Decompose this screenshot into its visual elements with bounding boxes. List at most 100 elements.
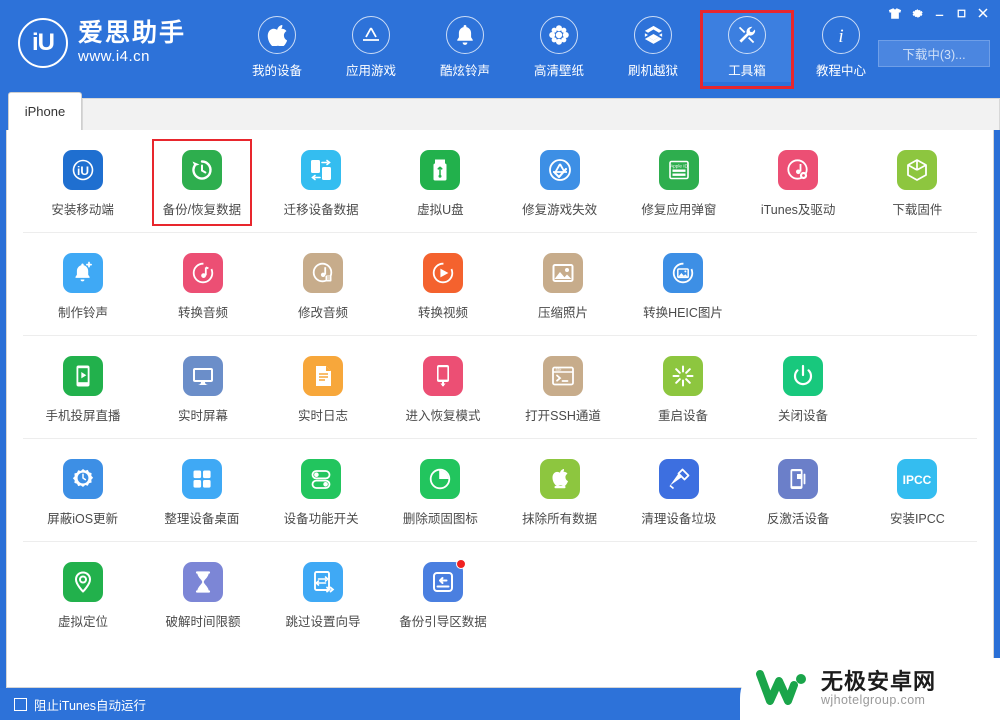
tool-label: 进入恢复模式 bbox=[405, 409, 481, 423]
tool-label: 修改音频 bbox=[297, 306, 348, 320]
nav-item-wallpapers[interactable]: 高清壁纸 bbox=[512, 10, 606, 82]
nav-item-label: 高清壁纸 bbox=[534, 64, 585, 78]
tool-label: 转换音频 bbox=[177, 306, 228, 320]
flower-icon bbox=[540, 16, 579, 54]
restart-icon bbox=[663, 356, 703, 396]
tool-convert-audio[interactable]: 转换音频 bbox=[143, 247, 263, 325]
nav-item-label: 刷机越狱 bbox=[628, 64, 679, 78]
i4-logo-icon: iU bbox=[18, 18, 68, 68]
deactivate-icon bbox=[778, 459, 819, 499]
tool-install-ipcc[interactable]: IPCC 安装IPCC bbox=[858, 453, 977, 531]
tool-erase-all-data[interactable]: 抹除所有数据 bbox=[500, 453, 619, 531]
tool-row: 制作铃声 转换音频 修改音频 转换视频 压缩照片 转换HEIC图片 bbox=[23, 233, 977, 336]
tool-row: 虚拟定位 破解时间限额 跳过设置向导 备份引导区数据 bbox=[23, 542, 977, 644]
tool-remove-stubborn-icons[interactable]: 删除顽固图标 bbox=[381, 453, 500, 531]
nav-item-toolbox[interactable]: 工具箱 bbox=[700, 10, 795, 89]
tool-row: iU 安装移动端 备份/恢复数据 迁移设备数据 虚拟U盘 修复游戏失效 Appl… bbox=[23, 130, 977, 233]
tool-clean-device-junk[interactable]: 清理设备垃圾 bbox=[619, 453, 738, 531]
maximize-icon[interactable] bbox=[950, 3, 972, 23]
download-status-button[interactable]: 下载中(3)... bbox=[878, 40, 990, 67]
tool-virtual-usb-drive[interactable]: 虚拟U盘 bbox=[381, 144, 500, 222]
tool-label: 破解时间限额 bbox=[165, 615, 241, 629]
tool-label: 删除顽固图标 bbox=[402, 512, 478, 526]
tool-deactivate-device[interactable]: 反激活设备 bbox=[739, 453, 858, 531]
tool-crack-time-limit[interactable]: 破解时间限额 bbox=[143, 556, 263, 634]
tool-download-firmware[interactable]: 下载固件 bbox=[858, 144, 977, 222]
tool-label: 实时日志 bbox=[297, 409, 348, 423]
tool-label: 修复应用弹窗 bbox=[641, 203, 717, 217]
status-bar: 阻止iTunes自动运行 意见反馈 bbox=[0, 688, 1000, 720]
info-icon: i bbox=[822, 16, 861, 54]
notification-badge bbox=[456, 559, 466, 569]
location-pin-icon bbox=[63, 562, 103, 602]
minimize-icon[interactable] bbox=[928, 3, 950, 23]
boot-backup-icon bbox=[423, 559, 466, 602]
tool-convert-heic[interactable]: 转换HEIC图片 bbox=[623, 247, 743, 325]
svg-text:iU: iU bbox=[77, 164, 89, 178]
tool-fix-game-failure[interactable]: 修复游戏失效 bbox=[500, 144, 619, 222]
close-icon[interactable] bbox=[972, 3, 994, 23]
ringtone-make-icon bbox=[63, 253, 103, 293]
hourglass-icon bbox=[183, 562, 223, 602]
tool-compress-photo[interactable]: 压缩照片 bbox=[503, 247, 623, 325]
desktop-tidy-icon bbox=[181, 459, 222, 499]
tool-screen-cast-live[interactable]: 手机投屏直播 bbox=[23, 350, 143, 428]
nav-item-my-device[interactable]: 我的设备 bbox=[230, 10, 324, 82]
nav-item-apps-games[interactable]: 应用游戏 bbox=[324, 10, 418, 82]
block-itunes-autorun-group[interactable]: 阻止iTunes自动运行 bbox=[14, 695, 146, 714]
tool-itunes-and-driver[interactable]: iTunes及驱动 bbox=[739, 144, 858, 222]
nav-item-label: 应用游戏 bbox=[346, 64, 397, 78]
skin-icon[interactable] bbox=[884, 3, 906, 23]
block-itunes-checkbox[interactable] bbox=[14, 697, 27, 711]
nav-item-ringtones[interactable]: 酷炫铃声 bbox=[418, 10, 512, 82]
tool-realtime-screen[interactable]: 实时屏幕 bbox=[143, 350, 263, 428]
tool-backup-boot-partition[interactable]: 备份引导区数据 bbox=[383, 556, 503, 634]
tool-label: 抹除所有数据 bbox=[522, 512, 598, 526]
heic-convert-icon bbox=[663, 253, 703, 293]
nav-item-label: 教程中心 bbox=[816, 64, 867, 78]
tool-device-feature-toggles[interactable]: 设备功能开关 bbox=[262, 453, 381, 531]
usb-drive-icon bbox=[420, 150, 461, 190]
tool-label: 重启设备 bbox=[657, 409, 708, 423]
tool-row: 手机投屏直播 实时屏幕 实时日志 进入恢复模式 SSH 打开SSH通道 重启设备… bbox=[23, 336, 977, 439]
tool-label: 设备功能开关 bbox=[283, 512, 359, 526]
tool-skip-setup-wizard[interactable]: 跳过设置向导 bbox=[263, 556, 383, 634]
tool-make-ringtone[interactable]: 制作铃声 bbox=[23, 247, 143, 325]
log-doc-icon bbox=[303, 356, 343, 396]
svg-text:IPCC: IPCC bbox=[903, 473, 932, 487]
tool-realtime-log[interactable]: 实时日志 bbox=[263, 350, 383, 428]
tool-install-mobile-client[interactable]: iU 安装移动端 bbox=[23, 144, 142, 222]
tool-label: 虚拟U盘 bbox=[417, 203, 464, 217]
tool-label: 安装IPCC bbox=[889, 512, 945, 526]
block-update-icon bbox=[62, 459, 103, 499]
window-controls bbox=[884, 3, 994, 23]
tool-tidy-device-desktop[interactable]: 整理设备桌面 bbox=[142, 453, 261, 531]
tool-migrate-device-data[interactable]: 迁移设备数据 bbox=[262, 144, 381, 222]
tool-enter-recovery-mode[interactable]: 进入恢复模式 bbox=[383, 350, 503, 428]
gear-icon[interactable] bbox=[906, 3, 928, 23]
tool-label: 备份/恢复数据 bbox=[162, 203, 242, 217]
main-nav: 我的设备 应用游戏 酷炫铃声 高清壁纸 刷机越狱 工具箱 i 教程中心 bbox=[230, 10, 888, 89]
tool-label: 手机投屏直播 bbox=[45, 409, 121, 423]
feedback-button[interactable]: 意见反馈 bbox=[783, 694, 852, 715]
video-convert-icon bbox=[423, 253, 463, 293]
tool-open-ssh-channel[interactable]: SSH 打开SSH通道 bbox=[503, 350, 623, 428]
tab-iphone[interactable]: iPhone bbox=[8, 92, 82, 130]
tool-virtual-location[interactable]: 虚拟定位 bbox=[23, 556, 143, 634]
tool-convert-video[interactable]: 转换视频 bbox=[383, 247, 503, 325]
tool-label: 下载固件 bbox=[892, 203, 943, 217]
tool-label: 清理设备垃圾 bbox=[641, 512, 717, 526]
nav-item-flash-jailbreak[interactable]: 刷机越狱 bbox=[606, 10, 700, 82]
nav-item-tutorial-center[interactable]: i 教程中心 bbox=[794, 10, 888, 82]
tool-restart-device[interactable]: 重启设备 bbox=[623, 350, 743, 428]
tool-backup-restore-data[interactable]: 备份/恢复数据 bbox=[142, 139, 261, 226]
tool-block-ios-update[interactable]: 屏蔽iOS更新 bbox=[23, 453, 142, 531]
tool-label: 安装移动端 bbox=[51, 203, 114, 217]
apple-id-icon: Apple ID bbox=[658, 150, 699, 190]
firmware-box-icon bbox=[897, 150, 938, 190]
power-off-icon bbox=[783, 356, 823, 396]
tool-edit-audio[interactable]: 修改音频 bbox=[263, 247, 383, 325]
tool-label: 备份引导区数据 bbox=[399, 615, 487, 629]
tool-shutdown-device[interactable]: 关闭设备 bbox=[743, 350, 863, 428]
tool-fix-app-popup[interactable]: Apple ID 修复应用弹窗 bbox=[619, 144, 738, 222]
